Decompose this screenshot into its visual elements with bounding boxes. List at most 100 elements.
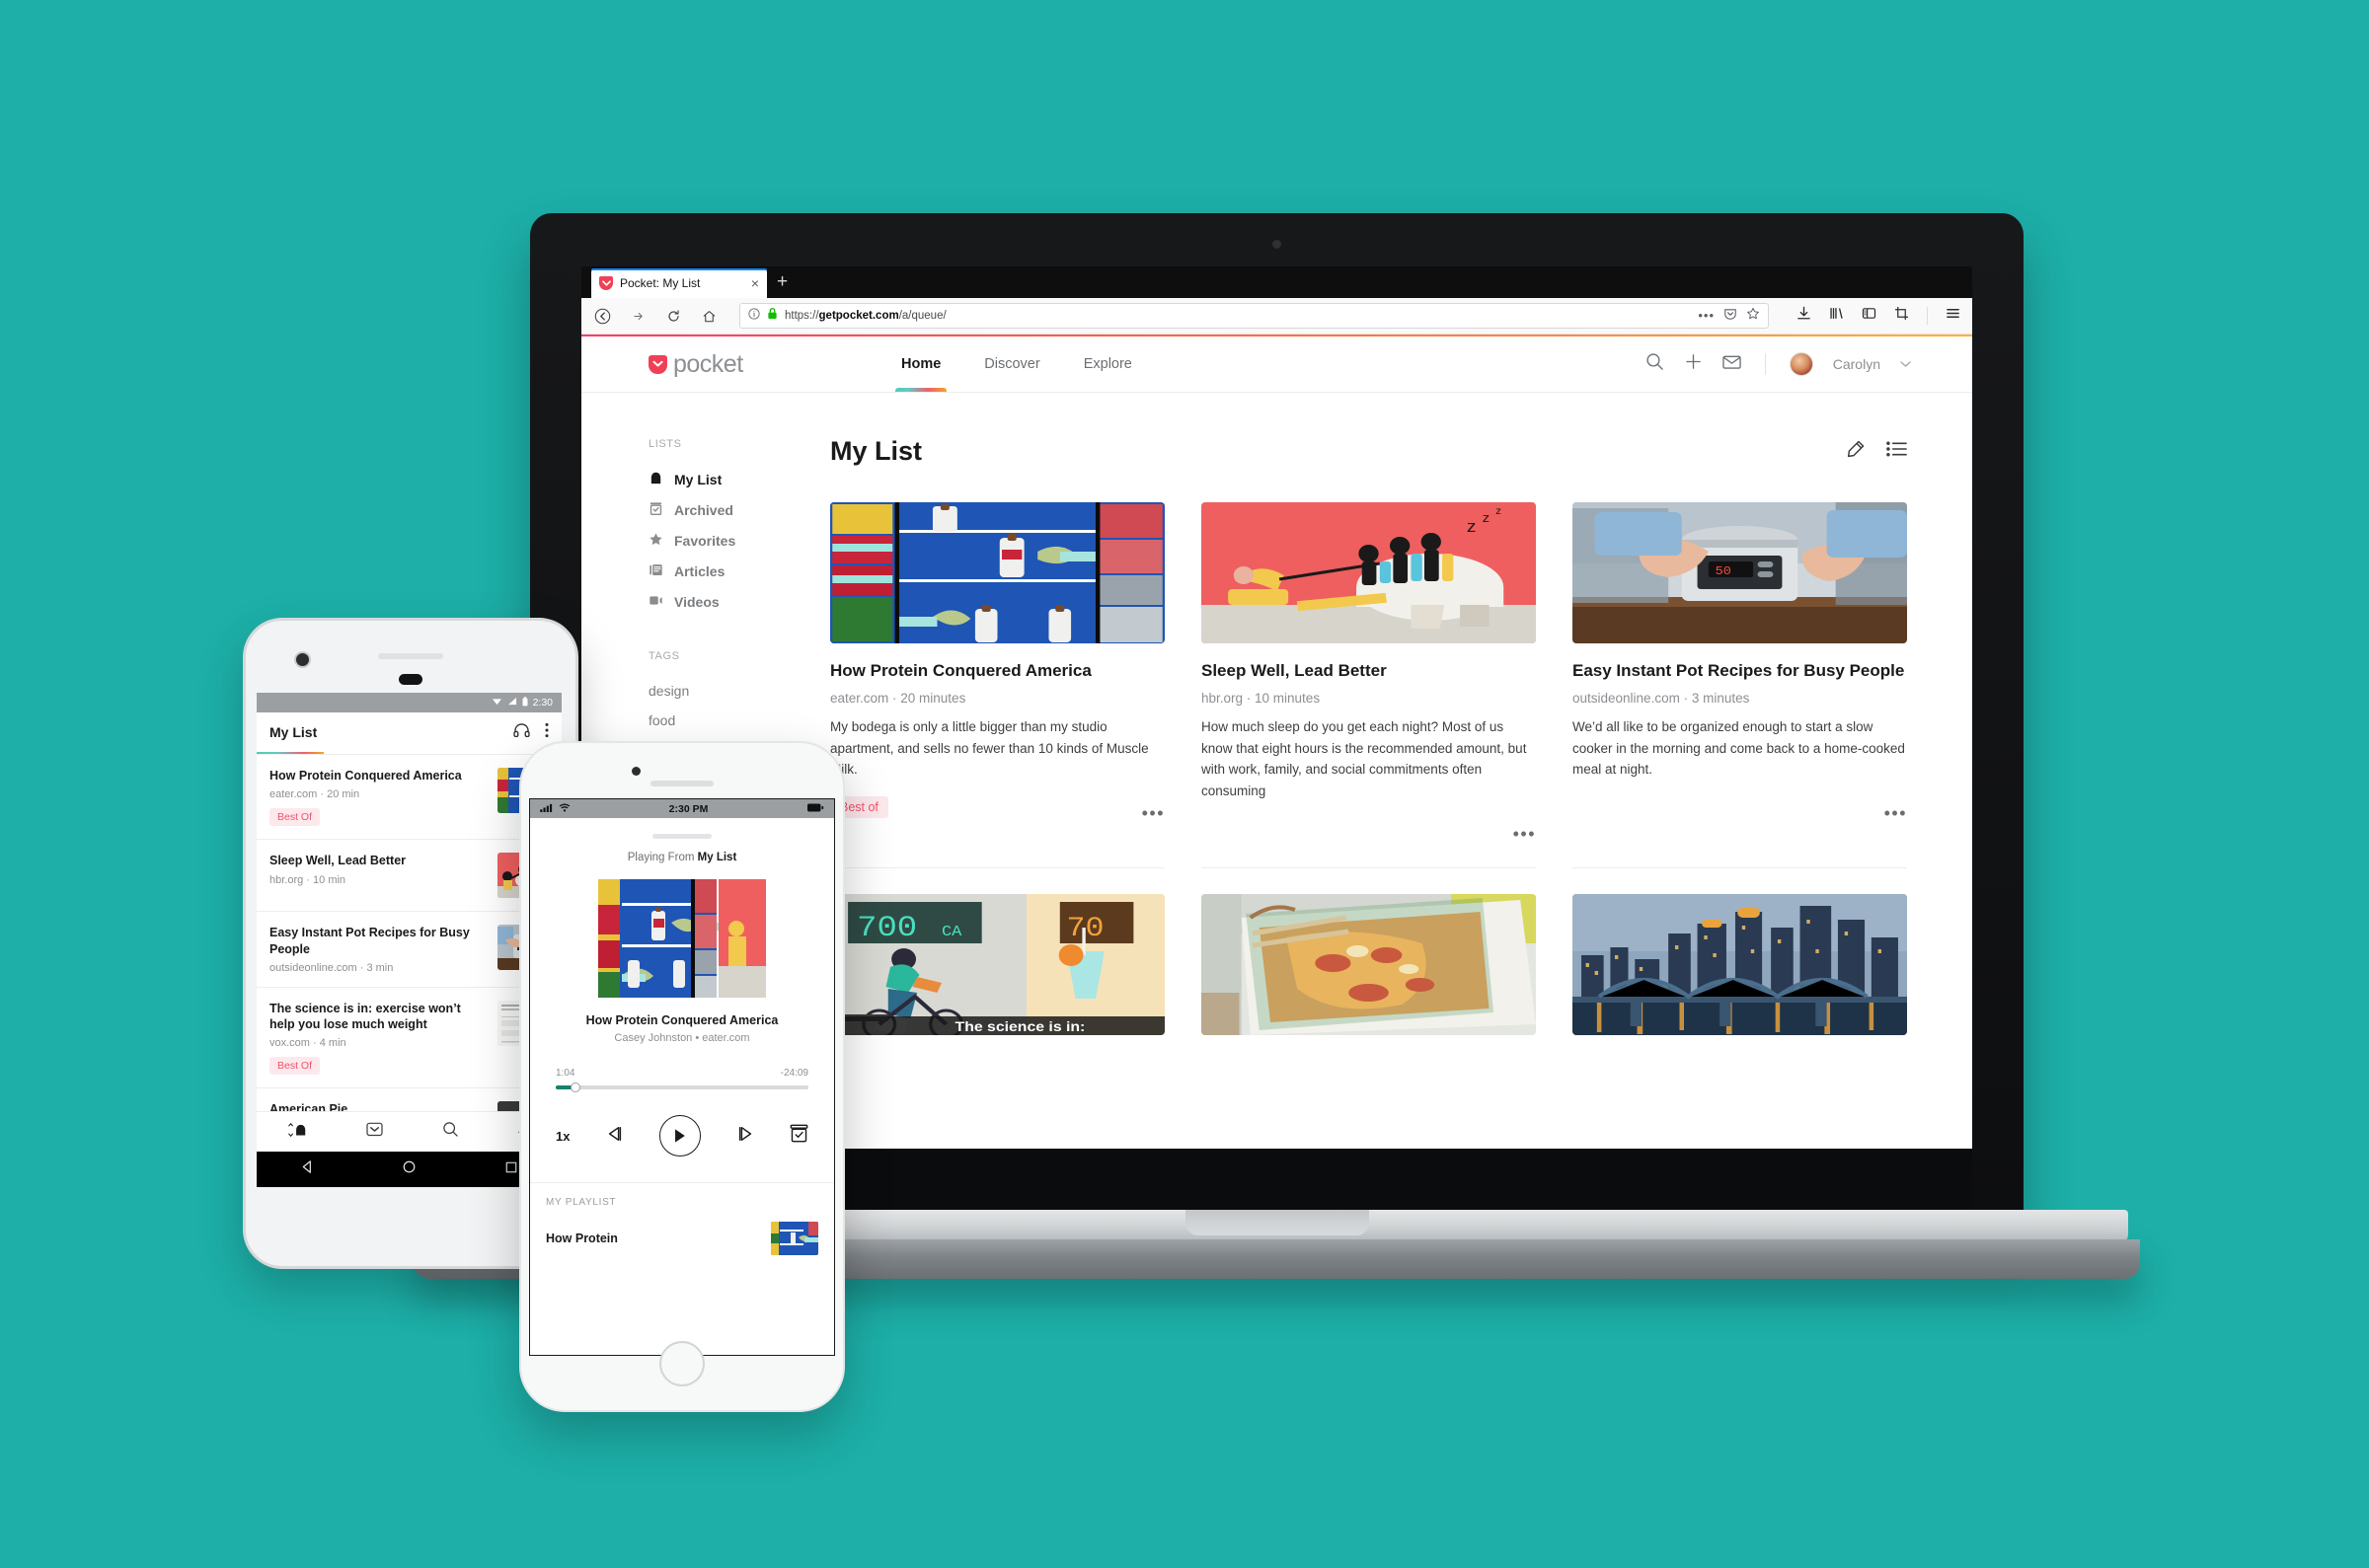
playlist-item[interactable]: How Protein [546, 1222, 818, 1255]
more-options-icon[interactable]: ••• [1142, 804, 1165, 822]
android-app-bar: My List [257, 712, 562, 752]
sidebar-tag-design[interactable]: design [649, 676, 795, 706]
play-button[interactable] [658, 1115, 701, 1157]
browser-tab[interactable]: Pocket: My List × [591, 268, 767, 298]
sidebar-item-videos[interactable]: Videos [649, 586, 795, 617]
saves-icon[interactable] [366, 1122, 383, 1142]
sheet-handle[interactable] [652, 834, 712, 839]
chevron-down-icon[interactable] [1900, 355, 1911, 373]
sidebar-item-favorites[interactable]: Favorites [649, 525, 795, 556]
pocket-logo[interactable]: pocket [649, 351, 743, 377]
svg-text:700: 700 [857, 911, 917, 945]
playing-from-list: My List [697, 852, 737, 863]
username-label[interactable]: Carolyn [1833, 356, 1880, 372]
article-title[interactable]: How Protein Conquered America [830, 660, 1165, 682]
android-title: My List [269, 724, 318, 740]
sidebar-tag-food[interactable]: food [649, 706, 795, 735]
browser-tab-bar: Pocket: My List × + [581, 266, 1972, 298]
iphone-speaker [650, 781, 714, 786]
sidebar-icon[interactable] [1862, 306, 1876, 326]
avatar[interactable] [1789, 352, 1813, 376]
article-thumbnail[interactable] [1572, 894, 1907, 1036]
list-item-body: Easy Instant Pot Recipes for Busy People… [269, 925, 488, 974]
more-options-icon[interactable]: ••• [1884, 804, 1907, 822]
forward-icon[interactable] [627, 305, 649, 327]
svg-text:z: z [1495, 506, 1501, 517]
nav-item-discover[interactable]: Discover [984, 336, 1039, 392]
article-card[interactable]: 50 Easy Instant Pot Recipes for Busy Peo… [1572, 502, 1907, 865]
skip-back-icon[interactable] [605, 1125, 625, 1148]
article-thumbnail[interactable]: 50 [1572, 502, 1907, 643]
reload-icon[interactable] [662, 305, 684, 327]
toolbar-divider [1927, 307, 1928, 325]
android-status-bar: 2:30 [257, 693, 562, 712]
list-item[interactable]: The science is in: exercise won’t help y… [257, 988, 562, 1089]
article-card[interactable]: 700 CA 70 [830, 867, 1165, 1061]
signal-icon [540, 803, 554, 815]
playlist-section: MY PLAYLIST How Protein [530, 1182, 834, 1255]
menu-icon[interactable] [1946, 306, 1960, 326]
bookmark-star-icon[interactable] [1746, 307, 1760, 326]
article-card[interactable] [1201, 867, 1536, 1061]
player-controls: 1x [556, 1115, 808, 1157]
sidebar-item-archived[interactable]: Archived [649, 494, 795, 525]
status-badge[interactable]: Best Of [269, 1057, 321, 1076]
page-actions-icon[interactable]: ••• [1698, 309, 1715, 322]
skip-forward-icon[interactable] [735, 1125, 755, 1148]
envelope-icon[interactable] [1722, 354, 1741, 375]
info-icon[interactable] [748, 307, 760, 325]
nav-item-explore[interactable]: Explore [1084, 336, 1132, 392]
back-icon[interactable] [591, 305, 613, 327]
headphones-icon[interactable] [513, 722, 530, 742]
home-circle-icon[interactable] [402, 1159, 417, 1179]
list-view-icon[interactable] [1886, 440, 1907, 463]
list-item[interactable]: Easy Instant Pot Recipes for Busy People… [257, 912, 562, 988]
article-card[interactable] [1572, 867, 1907, 1061]
article-card[interactable]: z z z Sleep Well, Lead Better hbr.org · … [1201, 502, 1536, 865]
sidebar-item-my-list[interactable]: My List [649, 464, 795, 494]
downloads-icon[interactable] [1796, 306, 1811, 326]
list-item[interactable]: Sleep Well, Lead Better hbr.org · 10 min [257, 840, 562, 913]
article-card[interactable]: How Protein Conquered America eater.com … [830, 502, 1165, 865]
android-camera-icon [294, 651, 311, 668]
now-playing-subtitle: Casey Johnston • eater.com [614, 1032, 750, 1044]
edit-pencil-icon[interactable] [1845, 439, 1866, 465]
article-thumbnail[interactable]: 700 CA 70 [830, 894, 1165, 1036]
save-to-pocket-icon[interactable] [1723, 307, 1737, 326]
sidebar-item-articles[interactable]: Articles [649, 556, 795, 586]
new-tab-button[interactable]: + [777, 272, 788, 291]
recents-square-icon[interactable] [504, 1160, 518, 1179]
library-icon[interactable] [1829, 306, 1844, 326]
article-meta: outsideonline.com · 3 minutes [1572, 690, 1750, 706]
back-triangle-icon[interactable] [300, 1159, 315, 1179]
screenshot-icon[interactable] [1894, 306, 1909, 326]
list-item[interactable]: How Protein Conquered America eater.com … [257, 755, 562, 841]
overflow-menu-icon[interactable] [545, 722, 549, 743]
progress-knob[interactable] [571, 1083, 581, 1092]
article-thumbnail[interactable] [1201, 894, 1536, 1036]
address-bar[interactable]: https://getpocket.com/a/queue/ ••• [739, 303, 1769, 329]
status-badge[interactable]: Best Of [269, 808, 321, 827]
iphone-status-bar: 2:30 PM [530, 799, 834, 818]
plus-icon[interactable] [1684, 352, 1703, 376]
iphone-status-left [540, 802, 571, 815]
article-title[interactable]: Sleep Well, Lead Better [1201, 660, 1536, 682]
scene: Pocket: My List × + https://getpocket.co… [0, 0, 2369, 1568]
more-options-icon[interactable]: ••• [1513, 826, 1536, 844]
home-icon[interactable] [698, 305, 720, 327]
home-icon[interactable] [286, 1122, 308, 1143]
wifi-icon [492, 697, 502, 709]
article-title[interactable]: Easy Instant Pot Recipes for Busy People [1572, 660, 1907, 682]
progress-slider[interactable] [556, 1083, 808, 1092]
iphone-home-button[interactable] [659, 1341, 705, 1386]
article-thumbnail[interactable] [830, 502, 1165, 643]
pizza-photo-art [1201, 894, 1536, 1036]
close-icon[interactable]: × [751, 276, 759, 290]
archive-icon[interactable] [790, 1124, 808, 1148]
battery-icon [806, 803, 824, 815]
search-icon[interactable] [442, 1121, 459, 1143]
nav-item-home[interactable]: Home [894, 336, 948, 392]
article-thumbnail[interactable]: z z z [1201, 502, 1536, 643]
playback-speed-button[interactable]: 1x [556, 1129, 570, 1144]
search-icon[interactable] [1645, 352, 1664, 376]
